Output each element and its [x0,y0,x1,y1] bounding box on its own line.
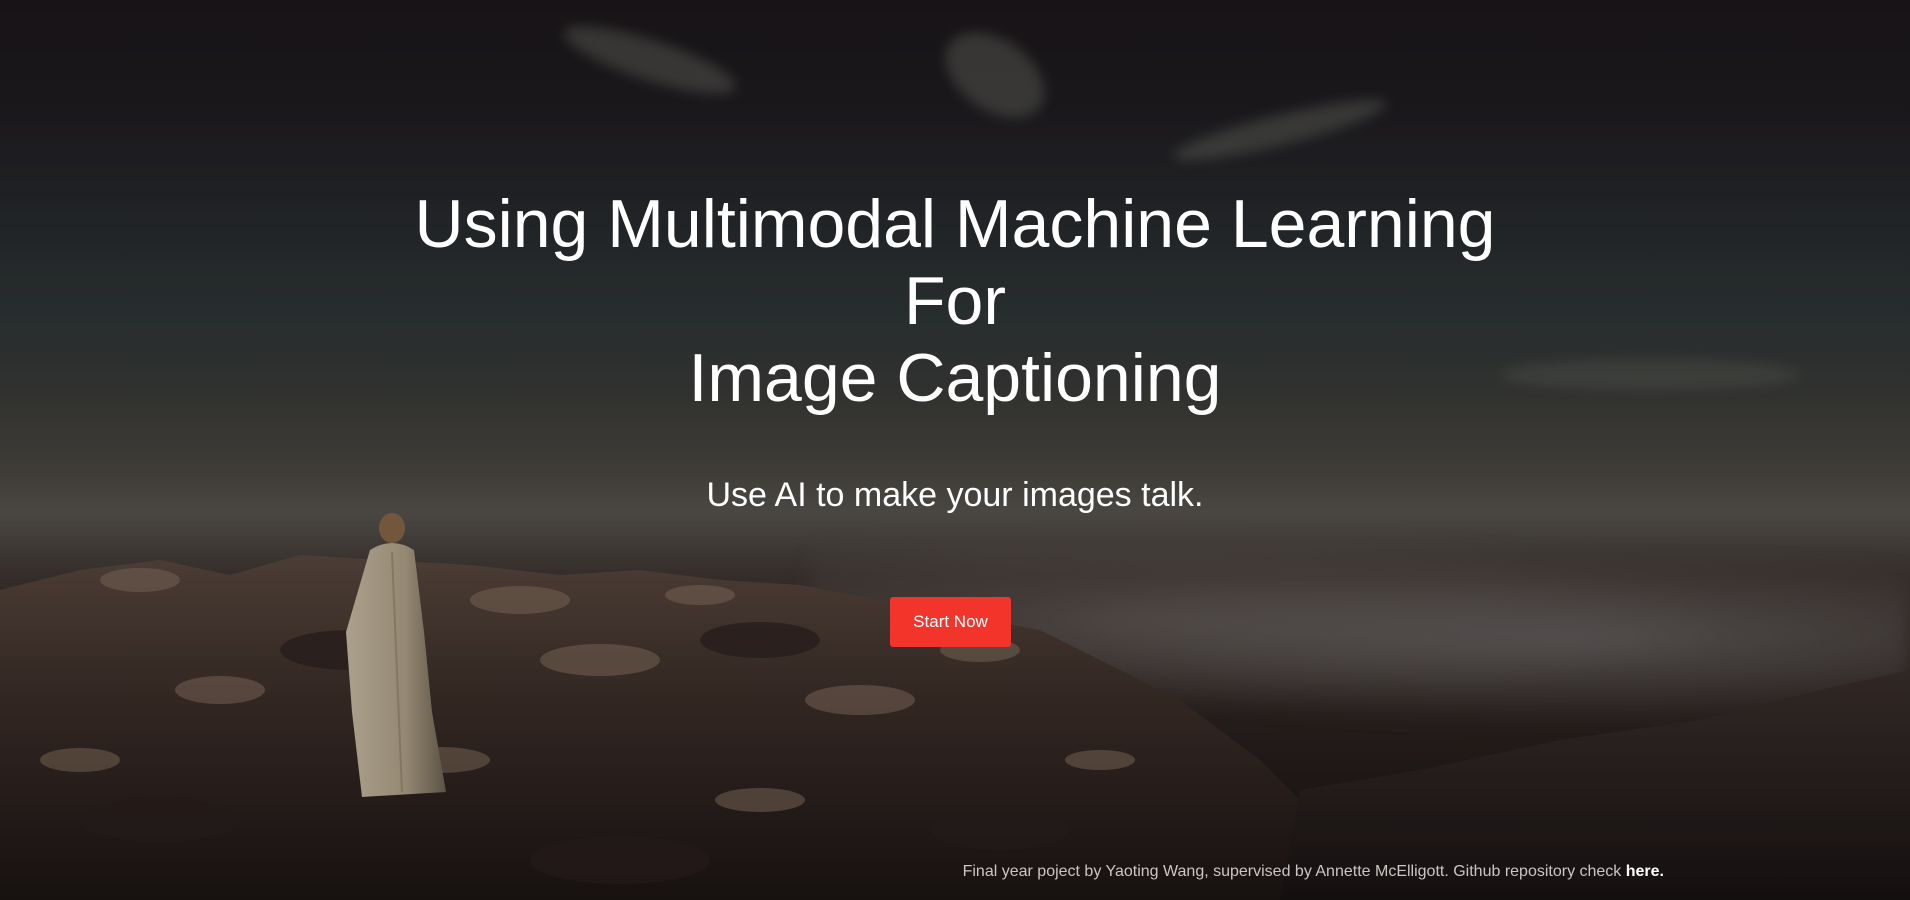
footer-text: Final year poject by Yaoting Wang, super… [962,863,1626,880]
hero-content: Using Multimodal Machine Learning For Im… [0,0,1910,900]
github-repository-link[interactable]: here. [1626,863,1664,880]
title-line-1: Using Multimodal Machine Learning [414,186,1496,262]
hero-subtitle: Use AI to make your images talk. [706,476,1204,514]
page-title: Using Multimodal Machine Learning For Im… [0,186,1910,417]
footer-credits: Final year poject by Yaoting Wang, super… [963,863,1664,881]
title-line-3: Image Captioning [688,340,1222,416]
start-now-button[interactable]: Start Now [890,597,1011,647]
hero-section: Using Multimodal Machine Learning For Im… [0,0,1910,900]
title-line-2: For [904,263,1006,339]
